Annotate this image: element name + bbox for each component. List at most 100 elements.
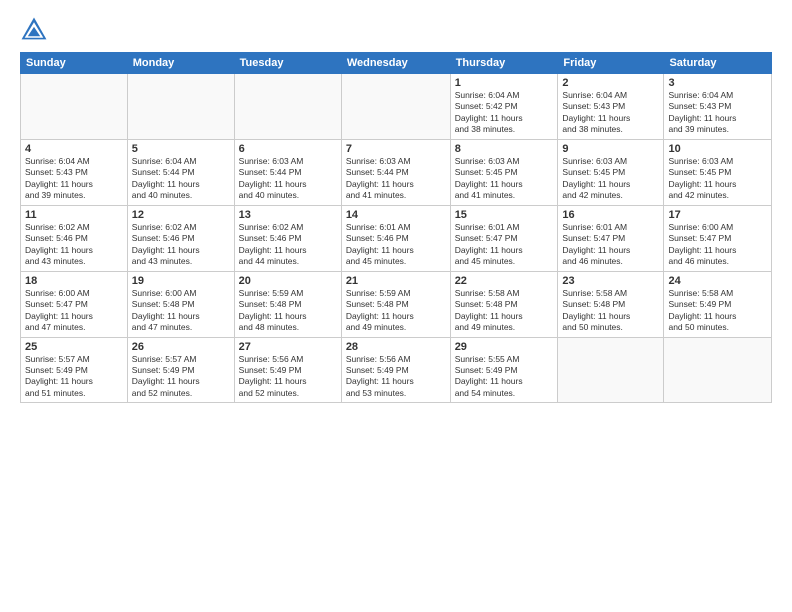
week-row-0: 1Sunrise: 6:04 AM Sunset: 5:42 PM Daylig… <box>21 74 772 140</box>
day-info: Sunrise: 5:58 AM Sunset: 5:48 PM Dayligh… <box>455 288 554 334</box>
day-info: Sunrise: 6:04 AM Sunset: 5:43 PM Dayligh… <box>562 90 659 136</box>
calendar-cell: 1Sunrise: 6:04 AM Sunset: 5:42 PM Daylig… <box>450 74 558 140</box>
day-info: Sunrise: 6:01 AM Sunset: 5:47 PM Dayligh… <box>562 222 659 268</box>
page: SundayMondayTuesdayWednesdayThursdayFrid… <box>0 0 792 612</box>
day-info: Sunrise: 6:03 AM Sunset: 5:44 PM Dayligh… <box>239 156 337 202</box>
day-number: 8 <box>455 143 554 155</box>
day-info: Sunrise: 6:03 AM Sunset: 5:45 PM Dayligh… <box>455 156 554 202</box>
day-info: Sunrise: 6:00 AM Sunset: 5:48 PM Dayligh… <box>132 288 230 334</box>
day-number: 25 <box>25 341 123 353</box>
day-info: Sunrise: 6:03 AM Sunset: 5:45 PM Dayligh… <box>562 156 659 202</box>
col-header-sunday: Sunday <box>21 53 128 74</box>
day-info: Sunrise: 6:00 AM Sunset: 5:47 PM Dayligh… <box>668 222 767 268</box>
day-info: Sunrise: 6:04 AM Sunset: 5:42 PM Dayligh… <box>455 90 554 136</box>
calendar-cell: 20Sunrise: 5:59 AM Sunset: 5:48 PM Dayli… <box>234 271 341 337</box>
calendar-cell <box>21 74 128 140</box>
day-number: 9 <box>562 143 659 155</box>
day-number: 21 <box>346 275 446 287</box>
calendar-cell <box>127 74 234 140</box>
day-number: 24 <box>668 275 767 287</box>
calendar-cell: 24Sunrise: 5:58 AM Sunset: 5:49 PM Dayli… <box>664 271 772 337</box>
day-number: 29 <box>455 341 554 353</box>
day-info: Sunrise: 6:02 AM Sunset: 5:46 PM Dayligh… <box>25 222 123 268</box>
calendar-cell: 17Sunrise: 6:00 AM Sunset: 5:47 PM Dayli… <box>664 205 772 271</box>
calendar-cell: 5Sunrise: 6:04 AM Sunset: 5:44 PM Daylig… <box>127 139 234 205</box>
header <box>20 16 772 44</box>
week-row-1: 4Sunrise: 6:04 AM Sunset: 5:43 PM Daylig… <box>21 139 772 205</box>
day-number: 6 <box>239 143 337 155</box>
calendar-cell: 7Sunrise: 6:03 AM Sunset: 5:44 PM Daylig… <box>341 139 450 205</box>
col-header-tuesday: Tuesday <box>234 53 341 74</box>
day-info: Sunrise: 5:56 AM Sunset: 5:49 PM Dayligh… <box>239 354 337 400</box>
day-number: 26 <box>132 341 230 353</box>
day-number: 17 <box>668 209 767 221</box>
day-number: 5 <box>132 143 230 155</box>
calendar-cell: 29Sunrise: 5:55 AM Sunset: 5:49 PM Dayli… <box>450 337 558 403</box>
calendar-cell: 18Sunrise: 6:00 AM Sunset: 5:47 PM Dayli… <box>21 271 128 337</box>
day-number: 28 <box>346 341 446 353</box>
calendar-table: SundayMondayTuesdayWednesdayThursdayFrid… <box>20 52 772 403</box>
day-info: Sunrise: 6:04 AM Sunset: 5:44 PM Dayligh… <box>132 156 230 202</box>
day-number: 18 <box>25 275 123 287</box>
day-number: 14 <box>346 209 446 221</box>
day-info: Sunrise: 5:58 AM Sunset: 5:48 PM Dayligh… <box>562 288 659 334</box>
day-number: 11 <box>25 209 123 221</box>
calendar-cell <box>341 74 450 140</box>
day-number: 2 <box>562 77 659 89</box>
day-number: 7 <box>346 143 446 155</box>
day-info: Sunrise: 5:56 AM Sunset: 5:49 PM Dayligh… <box>346 354 446 400</box>
calendar-cell: 23Sunrise: 5:58 AM Sunset: 5:48 PM Dayli… <box>558 271 664 337</box>
calendar-cell: 9Sunrise: 6:03 AM Sunset: 5:45 PM Daylig… <box>558 139 664 205</box>
calendar-cell: 4Sunrise: 6:04 AM Sunset: 5:43 PM Daylig… <box>21 139 128 205</box>
calendar-cell: 25Sunrise: 5:57 AM Sunset: 5:49 PM Dayli… <box>21 337 128 403</box>
day-info: Sunrise: 5:57 AM Sunset: 5:49 PM Dayligh… <box>25 354 123 400</box>
calendar-cell: 6Sunrise: 6:03 AM Sunset: 5:44 PM Daylig… <box>234 139 341 205</box>
day-number: 4 <box>25 143 123 155</box>
calendar-cell: 28Sunrise: 5:56 AM Sunset: 5:49 PM Dayli… <box>341 337 450 403</box>
col-header-saturday: Saturday <box>664 53 772 74</box>
day-number: 15 <box>455 209 554 221</box>
day-info: Sunrise: 6:03 AM Sunset: 5:44 PM Dayligh… <box>346 156 446 202</box>
day-number: 13 <box>239 209 337 221</box>
day-info: Sunrise: 6:02 AM Sunset: 5:46 PM Dayligh… <box>132 222 230 268</box>
day-number: 20 <box>239 275 337 287</box>
calendar-cell: 16Sunrise: 6:01 AM Sunset: 5:47 PM Dayli… <box>558 205 664 271</box>
col-header-thursday: Thursday <box>450 53 558 74</box>
day-number: 12 <box>132 209 230 221</box>
day-info: Sunrise: 6:04 AM Sunset: 5:43 PM Dayligh… <box>668 90 767 136</box>
col-header-wednesday: Wednesday <box>341 53 450 74</box>
week-row-4: 25Sunrise: 5:57 AM Sunset: 5:49 PM Dayli… <box>21 337 772 403</box>
calendar-cell: 21Sunrise: 5:59 AM Sunset: 5:48 PM Dayli… <box>341 271 450 337</box>
day-number: 27 <box>239 341 337 353</box>
calendar-cell: 22Sunrise: 5:58 AM Sunset: 5:48 PM Dayli… <box>450 271 558 337</box>
calendar-cell: 10Sunrise: 6:03 AM Sunset: 5:45 PM Dayli… <box>664 139 772 205</box>
day-number: 10 <box>668 143 767 155</box>
day-info: Sunrise: 6:01 AM Sunset: 5:47 PM Dayligh… <box>455 222 554 268</box>
day-info: Sunrise: 6:00 AM Sunset: 5:47 PM Dayligh… <box>25 288 123 334</box>
day-number: 19 <box>132 275 230 287</box>
day-info: Sunrise: 5:55 AM Sunset: 5:49 PM Dayligh… <box>455 354 554 400</box>
col-header-monday: Monday <box>127 53 234 74</box>
calendar-cell: 8Sunrise: 6:03 AM Sunset: 5:45 PM Daylig… <box>450 139 558 205</box>
calendar-cell: 19Sunrise: 6:00 AM Sunset: 5:48 PM Dayli… <box>127 271 234 337</box>
week-row-2: 11Sunrise: 6:02 AM Sunset: 5:46 PM Dayli… <box>21 205 772 271</box>
day-number: 3 <box>668 77 767 89</box>
calendar-header-row: SundayMondayTuesdayWednesdayThursdayFrid… <box>21 53 772 74</box>
calendar-cell: 27Sunrise: 5:56 AM Sunset: 5:49 PM Dayli… <box>234 337 341 403</box>
day-info: Sunrise: 5:59 AM Sunset: 5:48 PM Dayligh… <box>239 288 337 334</box>
day-number: 23 <box>562 275 659 287</box>
calendar-cell: 12Sunrise: 6:02 AM Sunset: 5:46 PM Dayli… <box>127 205 234 271</box>
calendar-cell: 11Sunrise: 6:02 AM Sunset: 5:46 PM Dayli… <box>21 205 128 271</box>
calendar-cell <box>558 337 664 403</box>
calendar-cell: 3Sunrise: 6:04 AM Sunset: 5:43 PM Daylig… <box>664 74 772 140</box>
col-header-friday: Friday <box>558 53 664 74</box>
day-info: Sunrise: 5:57 AM Sunset: 5:49 PM Dayligh… <box>132 354 230 400</box>
calendar-cell: 15Sunrise: 6:01 AM Sunset: 5:47 PM Dayli… <box>450 205 558 271</box>
calendar-cell <box>664 337 772 403</box>
calendar-cell: 2Sunrise: 6:04 AM Sunset: 5:43 PM Daylig… <box>558 74 664 140</box>
day-info: Sunrise: 6:02 AM Sunset: 5:46 PM Dayligh… <box>239 222 337 268</box>
calendar-cell <box>234 74 341 140</box>
calendar-cell: 26Sunrise: 5:57 AM Sunset: 5:49 PM Dayli… <box>127 337 234 403</box>
day-info: Sunrise: 6:03 AM Sunset: 5:45 PM Dayligh… <box>668 156 767 202</box>
calendar-cell: 14Sunrise: 6:01 AM Sunset: 5:46 PM Dayli… <box>341 205 450 271</box>
